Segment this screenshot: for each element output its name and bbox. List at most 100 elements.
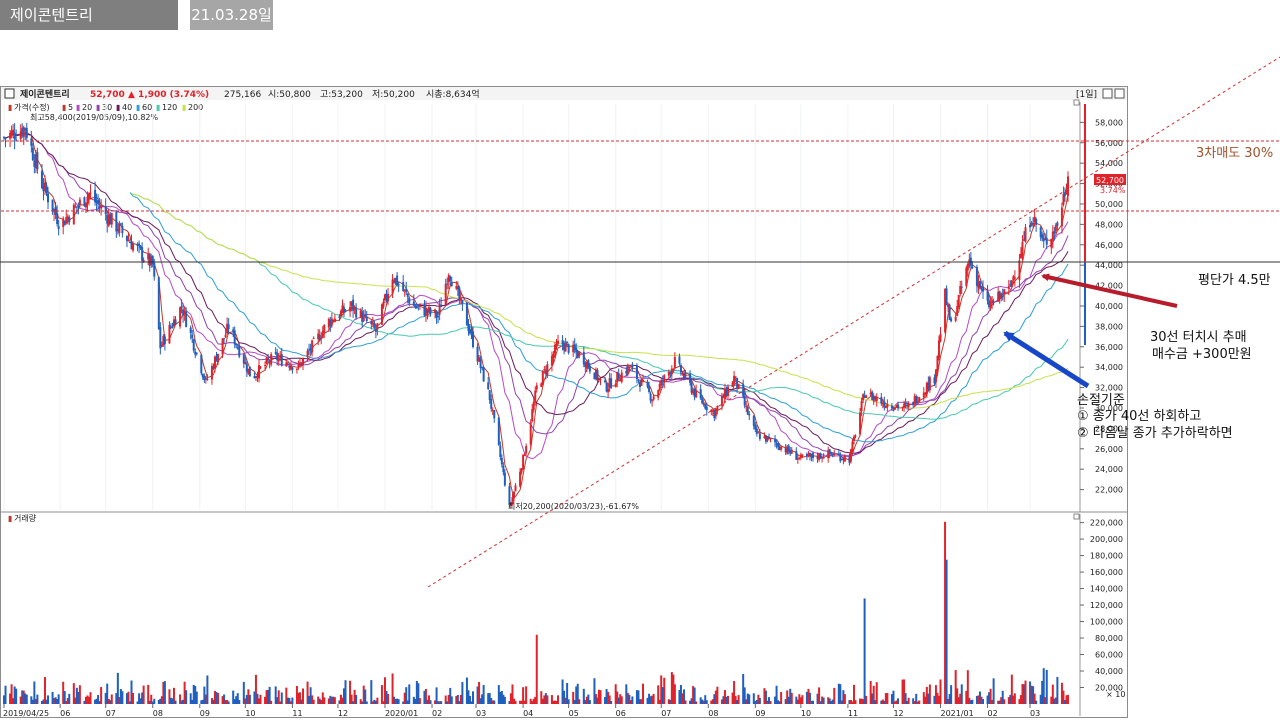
candle-body: [503, 472, 506, 486]
candle-body: [1018, 260, 1021, 281]
volume-bar: [25, 694, 28, 704]
volume-bar: [642, 683, 645, 704]
volume-bar: [503, 696, 506, 704]
candle-body: [40, 171, 43, 188]
candle-body: [918, 397, 921, 402]
candle-body: [192, 339, 195, 351]
volume-bar: [323, 697, 326, 704]
price-tick-label: 36,000: [1095, 343, 1123, 352]
volume-bar: [217, 693, 220, 704]
date-tick-label: 06: [616, 709, 626, 718]
candle-body: [25, 127, 28, 138]
candle-body: [588, 365, 591, 372]
ma-line-200: [131, 192, 1069, 409]
volume-bar: [153, 698, 156, 704]
volume-bar: [365, 701, 368, 704]
volume-bar: [769, 701, 772, 704]
candle-body: [541, 370, 544, 385]
candle-body: [620, 372, 623, 382]
candle-body: [87, 193, 90, 197]
volume-bar: [790, 692, 793, 704]
volume-bar: [36, 694, 39, 704]
volume-tick-label: 120,000: [1090, 601, 1123, 610]
candle-body: [200, 354, 203, 374]
candle-body: [168, 325, 171, 344]
candle-body: [132, 244, 135, 251]
date-tick-label: 10: [245, 709, 255, 718]
date-tick-label: 10: [801, 709, 811, 718]
period-label[interactable]: [1일]: [1076, 89, 1097, 100]
close-icon[interactable]: [1114, 88, 1125, 99]
volume-bar: [291, 697, 294, 704]
stop-loss-rule-1: ① 종가 40선 하회하고: [1077, 409, 1201, 424]
date-tick-label: 06: [60, 709, 70, 718]
volume-bar: [163, 681, 166, 704]
date-tick-label: 11: [848, 709, 858, 718]
volume-pane-icon[interactable]: [1073, 513, 1080, 520]
candle-body: [333, 318, 336, 323]
candle-body: [86, 196, 89, 204]
volume-bar: [461, 682, 464, 704]
volume-bar: [355, 694, 358, 704]
quote-change: ▲ 1,900 (3.74%): [128, 90, 209, 100]
candle-body: [512, 491, 515, 499]
volume-title: 거래량: [14, 513, 37, 523]
candle-body: [397, 284, 400, 286]
ma-legend-label: 30: [102, 103, 112, 112]
volume-bar: [429, 700, 432, 704]
candle-body: [57, 226, 60, 230]
price-tick-label: 38,000: [1095, 322, 1123, 331]
candle-body: [701, 398, 704, 404]
candle-body: [277, 358, 280, 362]
candle-body: [897, 404, 900, 408]
date-tick-label: 11: [292, 709, 302, 718]
volume-bar: [918, 700, 921, 704]
candle-body: [758, 433, 761, 439]
candle-body: [534, 390, 537, 403]
candle-body: [532, 401, 535, 411]
ma-legend-label: 200: [188, 103, 203, 112]
candle-body: [727, 386, 730, 397]
ma-legend-label: 60: [142, 103, 152, 112]
volume-bar: [875, 682, 878, 704]
candle-body: [15, 139, 18, 141]
maximize-icon[interactable]: [1102, 88, 1113, 99]
candle-body: [599, 378, 602, 380]
volume-bar: [344, 680, 347, 704]
candle-body: [72, 204, 75, 225]
price-pane-icon[interactable]: [1073, 99, 1080, 106]
candle-body: [429, 308, 432, 314]
candle-body: [934, 369, 937, 383]
candle-body: [127, 240, 130, 242]
candle-body: [174, 319, 177, 325]
volume-bar: [673, 684, 676, 704]
volume-bar: [450, 696, 453, 704]
candle-body: [705, 406, 708, 411]
ma-legend-label: 5: [68, 103, 73, 112]
candle-body: [179, 307, 182, 327]
volume-tick-label: 180,000: [1090, 552, 1123, 561]
candle-body: [380, 304, 383, 325]
candle-body: [418, 303, 421, 306]
candle-body: [890, 405, 893, 409]
volume-bar: [89, 692, 92, 704]
candle-body: [678, 356, 681, 364]
quote-volume: 275,166: [224, 90, 261, 100]
candle-body: [56, 213, 59, 225]
price-tick-label: 46,000: [1095, 241, 1123, 250]
volume-bar: [4, 685, 7, 704]
checkbox-icon[interactable]: [4, 88, 15, 99]
candle-body: [851, 441, 854, 451]
candle-body: [992, 301, 995, 303]
candle-body: [796, 458, 799, 460]
candle-body: [306, 350, 309, 357]
candle-body: [189, 327, 192, 333]
candle-body: [30, 138, 33, 146]
price-tick-label: 48,000: [1095, 220, 1123, 229]
candle-body: [138, 243, 141, 246]
candle-body: [373, 323, 376, 329]
volume-bar: [737, 695, 740, 704]
avg-price-annotation: 평단가 4.5만: [1198, 273, 1271, 288]
candle-body: [217, 353, 220, 363]
trend-line: [427, 56, 1280, 588]
